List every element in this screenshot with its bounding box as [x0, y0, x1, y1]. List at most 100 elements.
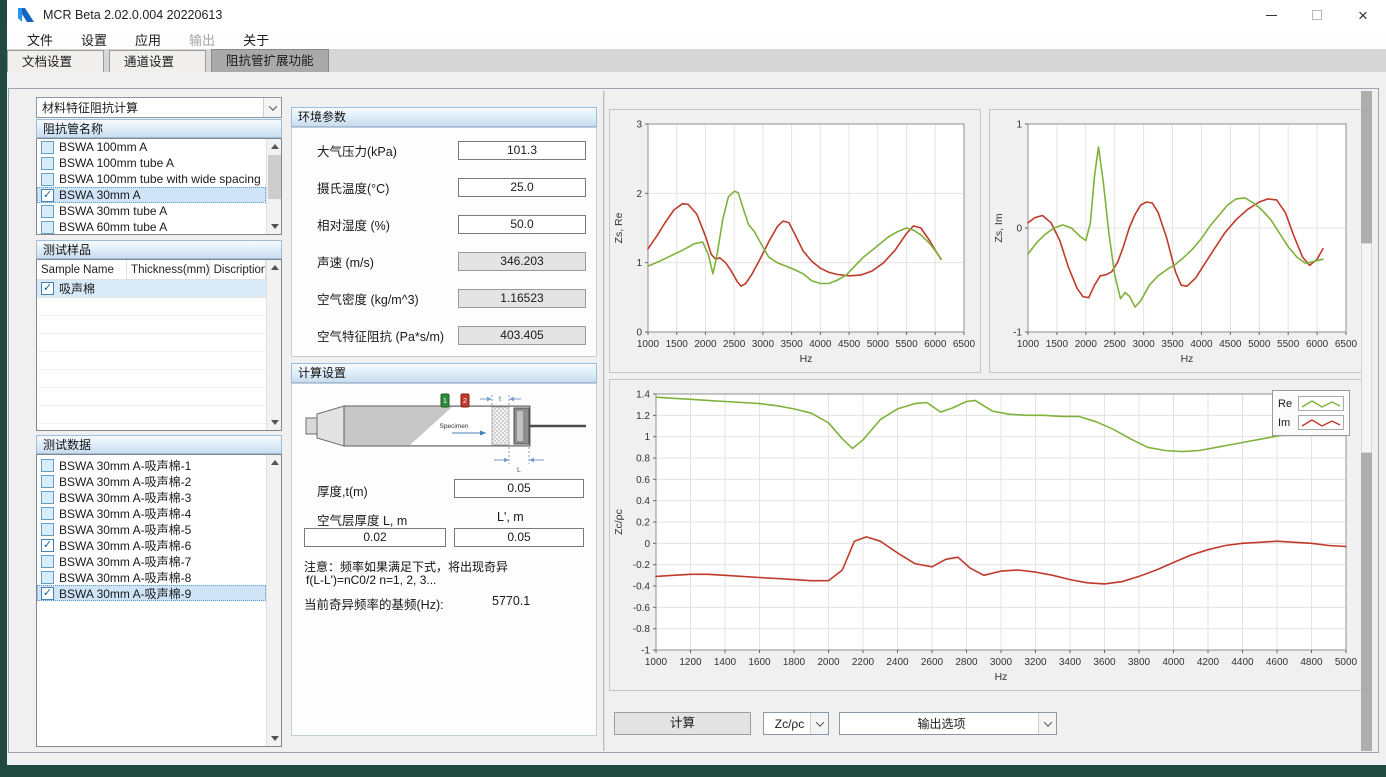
- chevron-down-icon[interactable]: [263, 98, 281, 117]
- list-item[interactable]: BSWA 100mm tube with wide spacing: [37, 171, 266, 187]
- svg-text:5000: 5000: [1335, 657, 1358, 668]
- svg-text:Hz: Hz: [995, 671, 1008, 683]
- list-item[interactable]: BSWA 30mm A-吸声棉-2: [37, 473, 266, 489]
- list-item[interactable]: BSWA 30mm A-吸声棉-4: [37, 505, 266, 521]
- env-field-input[interactable]: 50.0: [458, 215, 586, 234]
- checkbox[interactable]: [41, 523, 54, 536]
- checkbox[interactable]: [41, 157, 54, 170]
- list-item[interactable]: BSWA 100mm A: [37, 139, 266, 155]
- env-field-label: 声速 (m/s): [292, 252, 458, 271]
- column-header[interactable]: Thickness(mm): [127, 260, 210, 279]
- empty-table-row: [37, 406, 266, 424]
- list-item[interactable]: ✓BSWA 30mm A-吸声棉-9: [37, 585, 266, 601]
- list-item[interactable]: BSWA 30mm A-吸声棉-3: [37, 489, 266, 505]
- tube-list-header: 阻抗管名称: [36, 119, 282, 138]
- checkbox[interactable]: ✓: [41, 282, 54, 295]
- env-field-input[interactable]: 101.3: [458, 141, 586, 160]
- list-item[interactable]: BSWA 30mm A-吸声棉-8: [37, 569, 266, 585]
- air-gap-input[interactable]: 0.02: [304, 528, 446, 547]
- checkbox[interactable]: ✓: [41, 189, 54, 202]
- scroll-up-icon[interactable]: [267, 260, 282, 275]
- svg-text:4500: 4500: [838, 339, 861, 350]
- checkbox[interactable]: [41, 205, 54, 218]
- thickness-input[interactable]: 0.05: [454, 479, 584, 498]
- maximize-button[interactable]: [1294, 0, 1340, 30]
- svg-text:3000: 3000: [752, 339, 775, 350]
- page-scrollbar[interactable]: [1361, 91, 1372, 751]
- table-row[interactable]: ✓ 吸声棉: [37, 280, 266, 298]
- tab-2[interactable]: 阻抗管扩展功能: [211, 49, 329, 72]
- list-item-label: BSWA 30mm A-吸声棉-7: [59, 553, 191, 570]
- sample-table-scrollbar[interactable]: [266, 260, 281, 430]
- checkbox[interactable]: [41, 491, 54, 504]
- tab-1[interactable]: 通道设置: [109, 50, 206, 72]
- checkbox[interactable]: [41, 475, 54, 488]
- checkbox[interactable]: [41, 141, 54, 154]
- column-header[interactable]: Discription: [210, 260, 266, 279]
- window-controls: ×: [1248, 0, 1386, 30]
- list-item[interactable]: ✓BSWA 30mm A: [37, 187, 266, 203]
- menu-item-2[interactable]: 应用: [121, 30, 175, 49]
- column-header[interactable]: Sample Name: [37, 260, 127, 279]
- svg-text:2500: 2500: [1104, 339, 1127, 350]
- minimize-button[interactable]: [1248, 0, 1294, 30]
- svg-text:5000: 5000: [1248, 339, 1271, 350]
- close-button[interactable]: ×: [1340, 0, 1386, 30]
- tab-strip: 文档设置通道设置阻抗管扩展功能: [7, 49, 1386, 72]
- calc-type-value: 材料特征阻抗计算: [37, 99, 263, 116]
- checkbox[interactable]: [41, 221, 54, 234]
- scroll-down-icon[interactable]: [267, 731, 282, 746]
- legend-line-icon: [1298, 415, 1344, 430]
- scroll-up-icon[interactable]: [267, 139, 282, 154]
- checkbox[interactable]: ✓: [41, 587, 54, 600]
- tab-0[interactable]: 文档设置: [7, 50, 104, 72]
- calc-type-dropdown[interactable]: 材料特征阻抗计算: [36, 97, 282, 118]
- list-item[interactable]: BSWA 30mm tube A: [37, 203, 266, 219]
- tube-list-scrollbar[interactable]: [266, 139, 281, 234]
- l-prime-input[interactable]: 0.05: [454, 528, 584, 547]
- sample-name: 吸声棉: [59, 280, 95, 297]
- menu-item-3: 输出: [175, 30, 229, 49]
- scrollbar-thumb[interactable]: [268, 155, 281, 199]
- output-options-dropdown[interactable]: 输出选项: [839, 712, 1057, 735]
- checkbox[interactable]: [41, 173, 54, 186]
- legend-label: Im: [1278, 417, 1298, 429]
- list-item[interactable]: BSWA 30mm A-吸声棉-7: [37, 553, 266, 569]
- legend-entry: Im: [1278, 413, 1344, 432]
- menu-item-1[interactable]: 设置: [67, 30, 121, 49]
- env-field-label: 相对湿度 (%): [292, 215, 458, 234]
- list-item-label: BSWA 30mm A-吸声棉-4: [59, 505, 191, 522]
- menu-item-0[interactable]: 文件: [13, 30, 67, 49]
- list-item[interactable]: ✓ BSWA 30mm A-吸声棉-6: [37, 537, 266, 553]
- checkbox[interactable]: [41, 571, 54, 584]
- legend-line-icon: [1298, 396, 1344, 411]
- env-field-input: 403.405: [458, 326, 586, 345]
- scroll-up-icon[interactable]: [267, 455, 282, 470]
- checkbox[interactable]: [41, 555, 54, 568]
- svg-text:1.2: 1.2: [636, 411, 650, 422]
- checkbox[interactable]: ✓: [41, 539, 54, 552]
- list-item[interactable]: BSWA 100mm tube A: [37, 155, 266, 171]
- list-item[interactable]: BSWA 30mm A-吸声棉-5: [37, 521, 266, 537]
- chevron-down-icon[interactable]: [810, 713, 828, 734]
- scroll-down-icon[interactable]: [267, 415, 282, 430]
- app-window: MCR Beta 2.02.0.004 20220613 × 文件设置应用输出关…: [7, 0, 1386, 765]
- calculate-button[interactable]: 计算: [614, 712, 751, 735]
- menu-item-4[interactable]: 关于: [229, 30, 283, 49]
- data-list-header: 测试数据: [36, 435, 282, 454]
- svg-text:2800: 2800: [955, 657, 978, 668]
- checkbox[interactable]: [41, 507, 54, 520]
- svg-text:3400: 3400: [1059, 657, 1082, 668]
- svg-text:-0.4: -0.4: [633, 582, 651, 593]
- chevron-down-icon[interactable]: [1038, 713, 1056, 734]
- scroll-down-icon[interactable]: [267, 219, 282, 234]
- list-item-label: BSWA 30mm A-吸声棉-6: [59, 537, 191, 554]
- checkbox[interactable]: [41, 459, 54, 472]
- empty-table-row: [37, 316, 266, 334]
- page-scrollbar-thumb[interactable]: [1361, 243, 1372, 453]
- quantity-dropdown[interactable]: Zc/ρc: [763, 712, 829, 735]
- data-list-scrollbar[interactable]: [266, 455, 281, 746]
- env-field-input[interactable]: 25.0: [458, 178, 586, 197]
- list-item[interactable]: BSWA 60mm tube A: [37, 219, 266, 234]
- list-item[interactable]: BSWA 30mm A-吸声棉-1: [37, 457, 266, 473]
